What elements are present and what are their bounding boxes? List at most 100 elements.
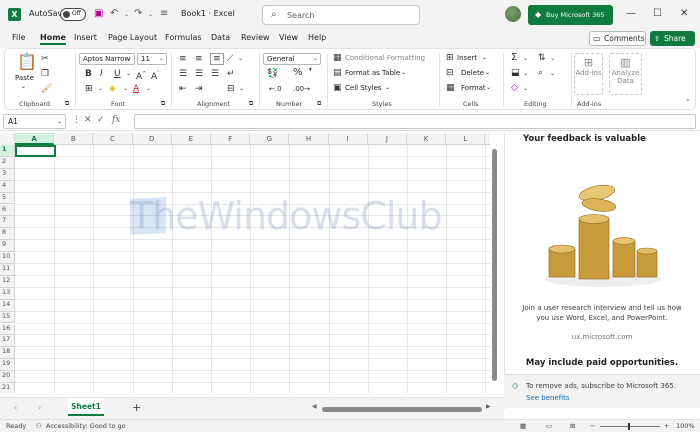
row-header[interactable]: 11	[0, 264, 15, 276]
delete-cells-icon[interactable]: ⊟	[446, 68, 454, 78]
zoom-slider[interactable]	[600, 426, 660, 427]
cell-styles-icon[interactable]: ▣	[333, 83, 342, 93]
merge-center-icon[interactable]: ⊟	[227, 84, 235, 94]
redo-dropdown-icon[interactable]: ⌄	[148, 11, 153, 18]
hscroll-left-icon[interactable]: ◀	[312, 403, 317, 410]
tab-review[interactable]: Review	[241, 33, 270, 42]
row-header[interactable]: 17	[0, 335, 15, 348]
paste-icon[interactable]: 📋	[17, 54, 37, 70]
insert-cells-label[interactable]: Insert	[457, 54, 477, 62]
cancel-icon[interactable]: ✕	[84, 115, 92, 125]
sort-dropdown-icon[interactable]: ⌄	[550, 54, 555, 64]
avatar[interactable]	[505, 6, 521, 22]
column-header[interactable]: G	[250, 133, 290, 145]
zoom-slider-handle[interactable]	[628, 423, 630, 430]
format-cells-icon[interactable]: ▦	[446, 83, 455, 93]
row-header[interactable]: 16	[0, 323, 15, 336]
column-header[interactable]: C	[93, 133, 133, 145]
row-header[interactable]: 6	[0, 204, 15, 217]
decrease-font-icon[interactable]: Aˇ	[151, 69, 160, 82]
font-size-select[interactable]: 11 ⌄	[137, 53, 167, 65]
align-bottom-icon[interactable]: ≡	[210, 53, 224, 65]
tab-view[interactable]: View	[279, 33, 298, 42]
align-left-icon[interactable]: ☰	[179, 69, 187, 79]
format-painter-icon[interactable]: 🖌	[41, 84, 52, 94]
comments-button[interactable]: ▭ Comments	[589, 31, 646, 46]
find-select-icon[interactable]: ⌕	[538, 68, 543, 78]
fill-color-icon[interactable]: ◈	[109, 84, 116, 94]
collapse-ribbon-icon[interactable]: ⌃	[685, 97, 691, 107]
row-header[interactable]: 9	[0, 240, 15, 253]
select-all-corner[interactable]	[0, 133, 15, 145]
undo-dropdown-icon[interactable]: ⌄	[124, 11, 129, 18]
fill-color-dropdown-icon[interactable]: ⌄	[123, 84, 128, 94]
wrap-text-icon[interactable]: ↵	[227, 69, 235, 79]
add-sheet-icon[interactable]: +	[132, 401, 141, 414]
row-header[interactable]: 3	[0, 168, 15, 181]
fill-dropdown-icon[interactable]: ⌄	[523, 69, 528, 79]
italic-icon[interactable]: I	[100, 69, 103, 79]
worksheet-grid[interactable]: ABCDEFGHIJKL 1 2 3 4 5 6 7 8 9 10 11 12 13 14 15 16 17 18…	[0, 133, 490, 393]
tab-insert[interactable]: Insert	[74, 33, 97, 42]
formula-input[interactable]	[134, 114, 696, 129]
column-header[interactable]: A	[15, 133, 55, 145]
row-header[interactable]: 2	[0, 156, 15, 169]
cell-styles-label[interactable]: Cell Styles	[345, 84, 382, 92]
scroll-left-icon[interactable]: ‹	[14, 403, 17, 412]
horizontal-scrollbar-thumb[interactable]	[322, 407, 482, 412]
font-launcher-icon[interactable]: ⧉	[161, 99, 165, 109]
increase-decimal-icon[interactable]: ←.0	[269, 84, 282, 94]
accessibility-status[interactable]: Accessibility: Good to go	[46, 422, 126, 430]
increase-indent-icon[interactable]: ⇥	[195, 84, 203, 94]
row-header[interactable]: 12	[0, 275, 15, 288]
orientation-icon[interactable]: ⟋	[227, 54, 233, 64]
column-header[interactable]: L	[446, 133, 486, 145]
comma-style-icon[interactable]: ❜	[309, 68, 312, 78]
tab-help[interactable]: Help	[308, 33, 326, 42]
tab-file[interactable]: File	[12, 33, 25, 42]
find-dropdown-icon[interactable]: ⌄	[550, 69, 555, 79]
paste-label[interactable]: Paste	[15, 74, 34, 82]
merge-dropdown-icon[interactable]: ⌄	[239, 84, 244, 94]
alignment-launcher-icon[interactable]: ⧉	[249, 99, 253, 109]
fill-icon[interactable]: ⬓	[511, 68, 520, 78]
copy-icon[interactable]: ❐	[41, 69, 49, 79]
row-header[interactable]: 8	[0, 228, 15, 241]
column-header[interactable]: I	[329, 133, 368, 145]
row-header[interactable]: 5	[0, 192, 15, 205]
cut-icon[interactable]: ✂	[41, 54, 49, 64]
clipboard-launcher-icon[interactable]: ⧉	[65, 99, 69, 109]
align-middle-icon[interactable]: ≡	[195, 54, 203, 64]
customize-toolbar-icon[interactable]: ≡	[160, 8, 168, 19]
column-header[interactable]: K	[407, 133, 447, 145]
zoom-in-icon[interactable]: +	[664, 422, 669, 430]
zoom-out-icon[interactable]: −	[590, 422, 595, 430]
number-launcher-icon[interactable]: ⧉	[317, 99, 321, 109]
minimize-icon[interactable]: —	[626, 8, 636, 19]
undo-icon[interactable]: ↶	[110, 8, 118, 19]
hscroll-right-icon[interactable]: ▶	[486, 403, 491, 410]
decrease-decimal-icon[interactable]: .00→	[293, 84, 310, 94]
enter-icon[interactable]: ✓	[97, 115, 105, 125]
normal-view-icon[interactable]: ▦	[520, 422, 526, 430]
delete-cells-label[interactable]: Delete	[461, 69, 484, 77]
row-header[interactable]: 7	[0, 216, 15, 229]
analyze-data-button[interactable]: ▥ Analyze Data	[609, 53, 642, 95]
column-header[interactable]: E	[172, 133, 211, 145]
decrease-indent-icon[interactable]: ⇤	[179, 84, 187, 94]
tab-home[interactable]: Home	[40, 33, 66, 45]
name-box[interactable]: A1 ⌄	[3, 114, 66, 129]
row-header[interactable]: 21	[0, 383, 15, 393]
autosum-icon[interactable]: Σ	[511, 53, 517, 63]
conditional-formatting-icon[interactable]: ▦	[333, 53, 342, 63]
add-ins-button[interactable]: ⊞ Add-ins	[574, 53, 603, 95]
borders-icon[interactable]: ⊞	[85, 84, 93, 94]
vertical-scrollbar[interactable]	[491, 145, 498, 385]
sort-filter-icon[interactable]: ⇅	[538, 53, 546, 63]
percent-style-icon[interactable]: %	[293, 68, 303, 78]
buy-microsoft-365-button[interactable]: ◆ Buy Microsoft 365	[528, 5, 613, 25]
underline-dropdown-icon[interactable]: ⌄	[126, 69, 131, 79]
clear-icon[interactable]: ◇	[511, 83, 518, 93]
column-header[interactable]: H	[289, 133, 329, 145]
autosum-dropdown-icon[interactable]: ⌄	[523, 54, 528, 64]
